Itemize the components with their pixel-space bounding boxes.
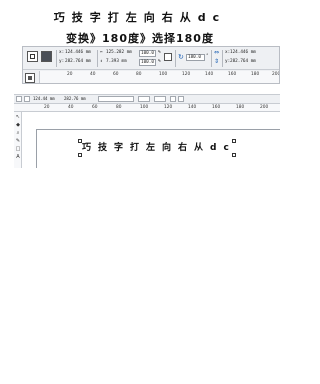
x-field[interactable]: 124.446 mm (65, 50, 91, 55)
ruler-tick-label: 200 (260, 105, 269, 110)
property-bar-screenshot: x: 124.446 mm y: 282.764 mm ↔ 125.282 mm… (22, 46, 280, 84)
scale-x-field[interactable]: 100.0 (139, 50, 156, 57)
ruler-tick-label: 160 (212, 105, 221, 110)
text-tool-icon[interactable]: A (15, 154, 21, 160)
pick-tool-icon[interactable] (25, 73, 35, 83)
selection-handle[interactable] (78, 139, 82, 143)
lock-ratio-icon[interactable] (164, 53, 172, 61)
editor-screenshot: 124.44 mm 282.76 mm 20 40 60 80 100 120 … (14, 94, 280, 168)
rotation-unit: ° (206, 54, 209, 59)
ruler-tick-label: 120 (182, 72, 191, 77)
y-field[interactable]: 282.76 mm (64, 96, 86, 102)
rotate-icon: ↻ (178, 53, 184, 61)
separator (97, 50, 98, 67)
width-icon: ↔ (100, 50, 103, 55)
tool-icon[interactable] (170, 96, 176, 102)
shape-tool-icon[interactable]: ◆ (15, 122, 21, 128)
page-subtitle: 变换》180度》选择180度 (66, 32, 214, 45)
ruler-tick-label: 140 (188, 105, 197, 110)
transform-icon[interactable] (41, 51, 52, 62)
mirror-vertical-icon[interactable]: ⇕ (214, 58, 219, 65)
scale-unit: % (158, 50, 161, 55)
x-field-2[interactable]: 124.446 mm (230, 50, 256, 55)
vertical-ruler: ↖ ◆ ⌕ ✎ □ A (14, 112, 22, 168)
horizontal-ruler: 20 40 60 80 100 120 140 160 180 200 (39, 71, 280, 83)
freehand-tool-icon[interactable]: ✎ (15, 138, 21, 144)
ruler-tick-label: 20 (67, 72, 73, 77)
rectangle-tool-icon[interactable]: □ (15, 146, 21, 152)
size-field[interactable] (98, 96, 134, 102)
y-field[interactable]: 282.764 mm (65, 59, 91, 64)
zoom-tool-icon[interactable]: ⌕ (15, 130, 21, 136)
separator (222, 50, 223, 67)
separator (56, 50, 57, 67)
page-border (36, 129, 37, 168)
tool-icon[interactable] (178, 96, 184, 102)
ruler-tick-label: 20 (44, 105, 50, 110)
selected-text-object[interactable]: 巧技字打左向右从dc (80, 141, 238, 155)
x-field[interactable]: 124.44 mm (33, 96, 55, 102)
ruler-tick-label: 100 (159, 72, 168, 77)
editor-toolbar: 124.44 mm 282.76 mm (14, 95, 280, 104)
ruler-tick-label: 120 (164, 105, 173, 110)
y-label: y: (59, 59, 65, 64)
ruler-tick-label: 180 (236, 105, 245, 110)
mirror-horizontal-icon[interactable]: ⇔ (214, 49, 219, 56)
ruler-tick-label: 80 (136, 72, 142, 77)
selection-handle[interactable] (232, 153, 236, 157)
tool-icon[interactable] (24, 96, 30, 102)
scale-field[interactable] (138, 96, 150, 102)
height-field[interactable]: 7.393 mm (106, 59, 127, 64)
ruler-tick-label: 60 (92, 105, 98, 110)
ruler-tick-label: 80 (116, 105, 122, 110)
ruler-tick-label: 140 (205, 72, 214, 77)
ruler-tick-label: 180 (251, 72, 260, 77)
scale-y-field[interactable]: 100.0 (139, 59, 156, 66)
pick-tool-icon[interactable]: ↖ (15, 114, 21, 120)
separator (175, 50, 176, 67)
separator (211, 50, 212, 67)
object-tool-icon[interactable] (27, 51, 38, 62)
y-field-2[interactable]: 282.764 mm (230, 59, 256, 64)
tool-icon[interactable] (16, 96, 22, 102)
horizontal-ruler: 20 40 60 80 100 120 140 160 180 200 (14, 104, 280, 112)
angle-field[interactable] (154, 96, 166, 102)
page-title: 巧技字打左向右从dc (53, 11, 227, 24)
ruler-tick-label: 200 (272, 72, 280, 77)
width-field[interactable]: 125.282 mm (106, 50, 132, 55)
ruler-tick-label: 60 (113, 72, 119, 77)
ruler-tick-label: 160 (228, 72, 237, 77)
height-icon: ↕ (100, 59, 103, 64)
ruler-tick-label: 100 (140, 105, 149, 110)
selection-handle[interactable] (232, 139, 236, 143)
page-border (36, 129, 280, 130)
selection-handle[interactable] (78, 153, 82, 157)
scale-unit: % (158, 59, 161, 64)
property-bar: x: 124.446 mm y: 282.764 mm ↔ 125.282 mm… (23, 47, 279, 70)
x-label: x: (59, 50, 65, 55)
ruler-tick-label: 40 (68, 105, 74, 110)
ruler-tick-label: 40 (90, 72, 96, 77)
rotation-angle-field[interactable]: 180.0 (186, 54, 205, 61)
